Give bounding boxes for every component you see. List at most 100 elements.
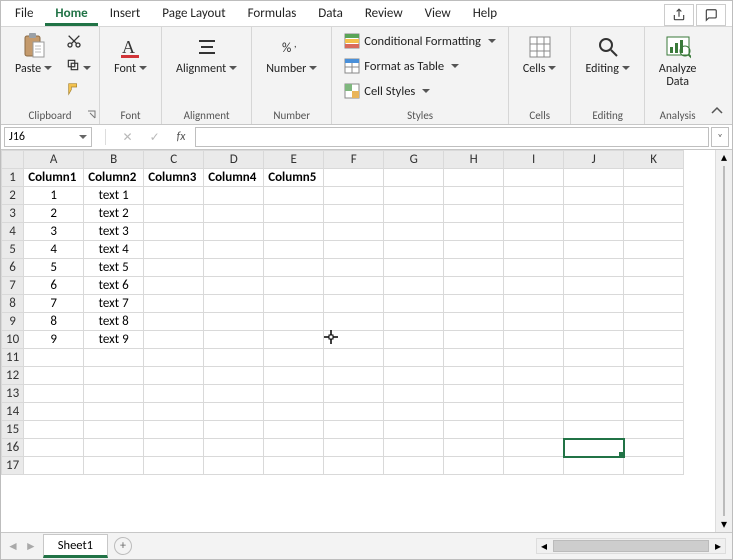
cell-C14[interactable] [144, 403, 204, 421]
cell-C7[interactable] [144, 277, 204, 295]
cell-B12[interactable] [84, 367, 144, 385]
format-as-table-button[interactable]: Format as Table [340, 56, 500, 76]
cell-A10[interactable]: 9 [24, 331, 84, 349]
enter-formula-icon[interactable]: ✓ [150, 130, 160, 145]
cell-B3[interactable]: text 2 [84, 205, 144, 223]
cell-C13[interactable] [144, 385, 204, 403]
cell-D10[interactable] [204, 331, 264, 349]
cell-E6[interactable] [264, 259, 324, 277]
cell-K10[interactable] [624, 331, 684, 349]
sheet-nav-arrows[interactable]: ◄► [7, 539, 37, 554]
cell-G8[interactable] [384, 295, 444, 313]
cell-J2[interactable] [564, 187, 624, 205]
row-header-17[interactable]: 17 [2, 457, 24, 475]
cell-A2[interactable]: 1 [24, 187, 84, 205]
column-header-J[interactable]: J [564, 151, 624, 169]
row-header-15[interactable]: 15 [2, 421, 24, 439]
formula-input[interactable] [195, 127, 709, 147]
cell-F6[interactable] [324, 259, 384, 277]
column-header-H[interactable]: H [444, 151, 504, 169]
row-header-1[interactable]: 1 [2, 169, 24, 187]
cell-K2[interactable] [624, 187, 684, 205]
cell-A7[interactable]: 6 [24, 277, 84, 295]
cell-H15[interactable] [444, 421, 504, 439]
cell-E7[interactable] [264, 277, 324, 295]
sheet-tab-sheet1[interactable]: Sheet1 [43, 534, 108, 558]
collapse-ribbon-button[interactable] [710, 104, 726, 120]
cell-D16[interactable] [204, 439, 264, 457]
cell-E16[interactable] [264, 439, 324, 457]
cell-H4[interactable] [444, 223, 504, 241]
row-header-13[interactable]: 13 [2, 385, 24, 403]
row-header-6[interactable]: 6 [2, 259, 24, 277]
cell-K1[interactable] [624, 169, 684, 187]
column-header-B[interactable]: B [84, 151, 144, 169]
cell-J6[interactable] [564, 259, 624, 277]
cell-E3[interactable] [264, 205, 324, 223]
cell-K7[interactable] [624, 277, 684, 295]
cell-B1[interactable]: Column2 [84, 169, 144, 187]
cell-A12[interactable] [24, 367, 84, 385]
cell-E5[interactable] [264, 241, 324, 259]
tab-file[interactable]: File [5, 2, 43, 26]
row-header-5[interactable]: 5 [2, 241, 24, 259]
cell-D3[interactable] [204, 205, 264, 223]
cell-E4[interactable] [264, 223, 324, 241]
cell-D11[interactable] [204, 349, 264, 367]
cell-C11[interactable] [144, 349, 204, 367]
cell-G14[interactable] [384, 403, 444, 421]
row-header-8[interactable]: 8 [2, 295, 24, 313]
cell-G4[interactable] [384, 223, 444, 241]
cell-H12[interactable] [444, 367, 504, 385]
cell-D12[interactable] [204, 367, 264, 385]
cell-F13[interactable] [324, 385, 384, 403]
cell-E10[interactable] [264, 331, 324, 349]
tab-review[interactable]: Review [355, 2, 413, 26]
cell-A16[interactable] [24, 439, 84, 457]
cell-E9[interactable] [264, 313, 324, 331]
expand-formula-bar-button[interactable] [711, 127, 729, 147]
conditional-formatting-button[interactable]: Conditional Formatting [340, 31, 500, 51]
new-sheet-button[interactable]: + [114, 537, 132, 555]
cell-G3[interactable] [384, 205, 444, 223]
cell-D7[interactable] [204, 277, 264, 295]
cell-F1[interactable] [324, 169, 384, 187]
cell-K17[interactable] [624, 457, 684, 475]
cell-K13[interactable] [624, 385, 684, 403]
column-header-E[interactable]: E [264, 151, 324, 169]
column-header-F[interactable]: F [324, 151, 384, 169]
cell-H17[interactable] [444, 457, 504, 475]
cell-I7[interactable] [504, 277, 564, 295]
cell-I1[interactable] [504, 169, 564, 187]
cell-H1[interactable] [444, 169, 504, 187]
cell-J4[interactable] [564, 223, 624, 241]
cell-E11[interactable] [264, 349, 324, 367]
name-box[interactable]: J16 [4, 127, 92, 147]
cell-H2[interactable] [444, 187, 504, 205]
vertical-scrollbar[interactable]: ▴ ▾ [715, 150, 732, 532]
cell-A3[interactable]: 2 [24, 205, 84, 223]
select-all-corner[interactable] [2, 151, 24, 169]
column-header-D[interactable]: D [204, 151, 264, 169]
cell-A13[interactable] [24, 385, 84, 403]
cells-button[interactable]: Cells [517, 31, 563, 78]
cell-D8[interactable] [204, 295, 264, 313]
cell-H13[interactable] [444, 385, 504, 403]
cell-F4[interactable] [324, 223, 384, 241]
cell-J7[interactable] [564, 277, 624, 295]
cell-E8[interactable] [264, 295, 324, 313]
cell-D17[interactable] [204, 457, 264, 475]
share-button[interactable] [664, 4, 694, 26]
cell-J17[interactable] [564, 457, 624, 475]
cell-G6[interactable] [384, 259, 444, 277]
column-header-G[interactable]: G [384, 151, 444, 169]
cell-K15[interactable] [624, 421, 684, 439]
cell-C8[interactable] [144, 295, 204, 313]
cell-A15[interactable] [24, 421, 84, 439]
cell-E13[interactable] [264, 385, 324, 403]
cell-C4[interactable] [144, 223, 204, 241]
cell-I2[interactable] [504, 187, 564, 205]
tab-formulas[interactable]: Formulas [238, 2, 307, 26]
cell-G17[interactable] [384, 457, 444, 475]
row-header-16[interactable]: 16 [2, 439, 24, 457]
